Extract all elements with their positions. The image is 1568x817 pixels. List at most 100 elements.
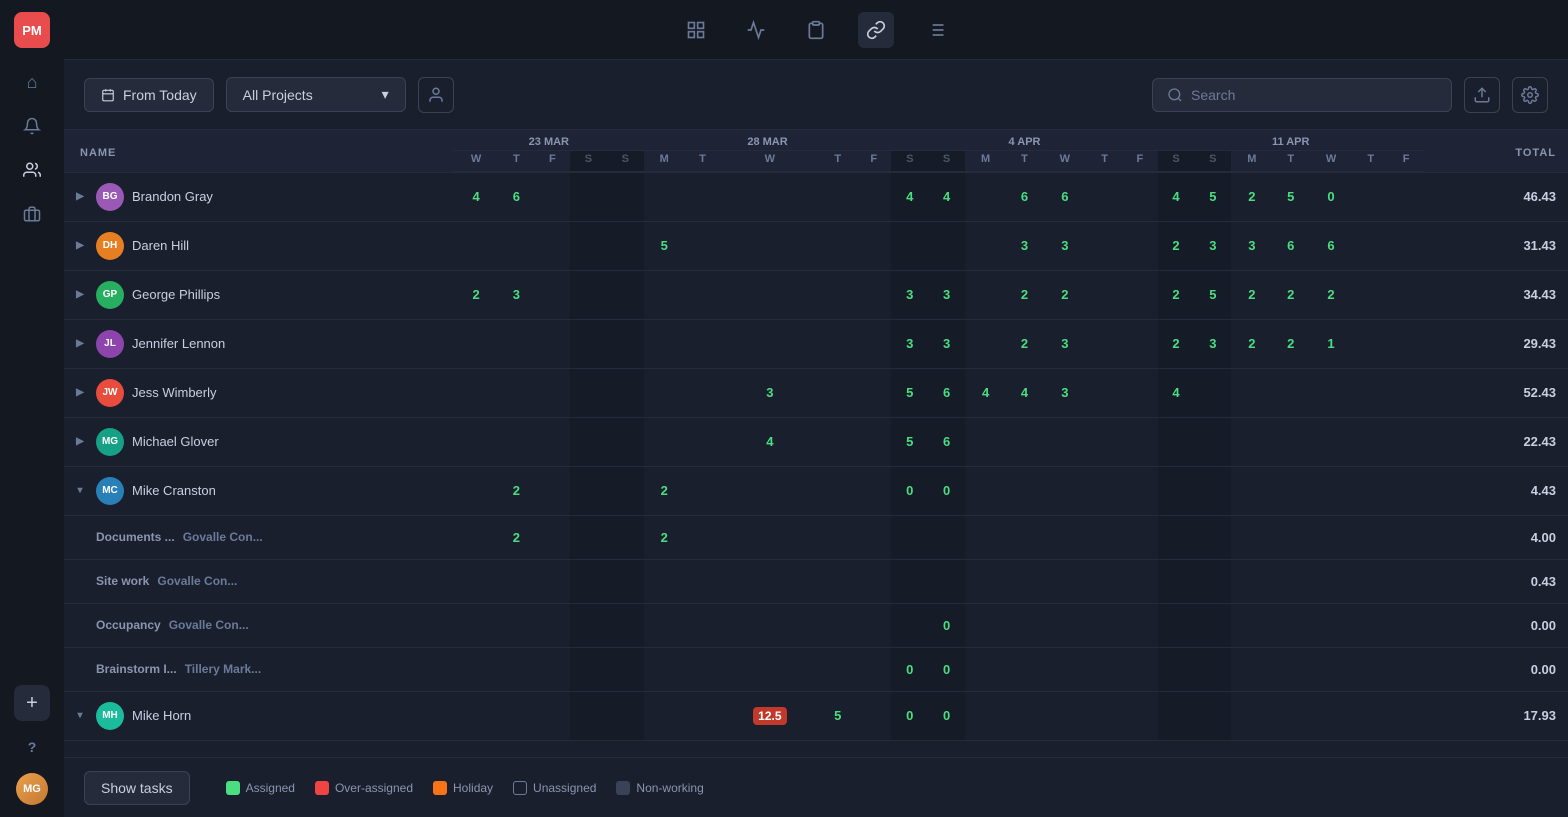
- legend-dot-assigned: [226, 781, 240, 795]
- grid-cell: [607, 319, 644, 368]
- grid-cell: [856, 647, 891, 691]
- expand-button[interactable]: ▶: [72, 287, 88, 303]
- grid-cell: [965, 515, 1006, 559]
- grid-cell: [891, 559, 928, 603]
- projects-dropdown[interactable]: All Projects ▾: [226, 77, 406, 112]
- scan-icon[interactable]: [678, 12, 714, 48]
- grid-cell: [1309, 559, 1353, 603]
- grid-cell: 4: [891, 172, 928, 221]
- grid-cell: [856, 221, 891, 270]
- expand-button[interactable]: ▶: [72, 336, 88, 352]
- from-today-label: From Today: [123, 87, 197, 103]
- grid-cell: [685, 647, 720, 691]
- grid-cell: [1043, 466, 1087, 515]
- user-avatar[interactable]: MG: [16, 773, 48, 805]
- day-f4: F: [1388, 151, 1423, 173]
- activity-icon[interactable]: [738, 12, 774, 48]
- link-icon[interactable]: [858, 12, 894, 48]
- settings-button[interactable]: [1512, 77, 1548, 113]
- grid-cell: [1194, 417, 1231, 466]
- grid-cell: [965, 417, 1006, 466]
- expand-button[interactable]: ▶: [72, 238, 88, 254]
- sidebar-item-home[interactable]: ⌂: [14, 64, 50, 100]
- grid-cell: 3: [1194, 319, 1231, 368]
- grid-cell: 4: [1006, 368, 1043, 417]
- grid-cell: [1194, 559, 1231, 603]
- grid-cell: [891, 515, 928, 559]
- expand-button[interactable]: ▶: [72, 189, 88, 205]
- grid-cell: [1272, 417, 1309, 466]
- grid-cell: [1006, 691, 1043, 740]
- subtask-project: Govalle Con...: [169, 618, 249, 632]
- grid-cell: 2: [1043, 270, 1087, 319]
- person-filter-icon[interactable]: [418, 77, 454, 113]
- grid-cell: [498, 559, 535, 603]
- person-avatar: MC: [96, 477, 124, 505]
- header-bar: From Today All Projects ▾: [64, 60, 1568, 130]
- day-t6: T: [1272, 151, 1309, 173]
- grid-cell: [965, 270, 1006, 319]
- name-column-header: NAME: [64, 130, 454, 172]
- total-cell: 34.43: [1424, 270, 1568, 319]
- clipboard-icon[interactable]: [798, 12, 834, 48]
- legend-dot-over-assigned: [315, 781, 329, 795]
- grid-cell: 2: [1309, 270, 1353, 319]
- grid-cell: [965, 319, 1006, 368]
- grid-cell: [454, 603, 498, 647]
- grid-cell: [1158, 466, 1195, 515]
- grid-cell: [1043, 603, 1087, 647]
- filter-icon[interactable]: [918, 12, 954, 48]
- search-icon: [1167, 87, 1183, 103]
- sidebar-item-people[interactable]: [14, 152, 50, 188]
- export-button[interactable]: [1464, 77, 1500, 113]
- grid-cell: [1122, 603, 1157, 647]
- grid-cell: 3: [928, 270, 965, 319]
- grid-cell: [891, 603, 928, 647]
- grid-cell: [1043, 515, 1087, 559]
- grid-cell: [856, 172, 891, 221]
- person-avatar: GP: [96, 281, 124, 309]
- grid-cell: [1353, 368, 1388, 417]
- expand-button[interactable]: ▾: [72, 708, 88, 724]
- expand-button[interactable]: ▾: [72, 483, 88, 499]
- grid-cell: [1006, 559, 1043, 603]
- person-name: Jennifer Lennon: [132, 336, 225, 351]
- grid-cell: [720, 270, 819, 319]
- search-box[interactable]: [1152, 78, 1452, 112]
- grid-cell: 2: [1158, 221, 1195, 270]
- sidebar-item-notifications[interactable]: [14, 108, 50, 144]
- grid-cell: [891, 221, 928, 270]
- grid-cell: [1043, 647, 1087, 691]
- show-tasks-button[interactable]: Show tasks: [84, 771, 190, 805]
- sidebar-item-add[interactable]: +: [14, 685, 50, 721]
- search-input[interactable]: [1191, 87, 1437, 103]
- grid-cell: 4: [454, 172, 498, 221]
- grid-cell: [856, 603, 891, 647]
- grid-cell: [720, 466, 819, 515]
- grid-cell: [1122, 417, 1157, 466]
- grid-cell: [498, 417, 535, 466]
- grid-cell: [685, 172, 720, 221]
- sidebar-item-projects[interactable]: [14, 196, 50, 232]
- expand-button[interactable]: ▶: [72, 385, 88, 401]
- subtask-row: Documents ... Govalle Con... 224.00: [64, 515, 1568, 559]
- grid-cell: [720, 559, 819, 603]
- grid-cell: [1006, 417, 1043, 466]
- sidebar-item-help[interactable]: ?: [14, 729, 50, 765]
- grid-cell: [819, 515, 856, 559]
- person-row: ▶ MG Michael Glover 45622.43: [64, 417, 1568, 466]
- grid-cell: [819, 559, 856, 603]
- grid-cell: [1231, 368, 1272, 417]
- grid-cell: [685, 603, 720, 647]
- grid-cell: [685, 319, 720, 368]
- person-row: ▶ JL Jennifer Lennon 33232322129.43: [64, 319, 1568, 368]
- resource-grid: NAME 23 MAR 28 MAR 4 APR 11 APR TOTAL W …: [64, 130, 1568, 741]
- grid-cell: 5: [891, 368, 928, 417]
- grid-cell: [498, 368, 535, 417]
- grid-cell: [1194, 691, 1231, 740]
- grid-cell: [454, 319, 498, 368]
- expand-button[interactable]: ▶: [72, 434, 88, 450]
- from-today-button[interactable]: From Today: [84, 78, 214, 112]
- grid-cell: 6: [1309, 221, 1353, 270]
- grid-cell: [1353, 319, 1388, 368]
